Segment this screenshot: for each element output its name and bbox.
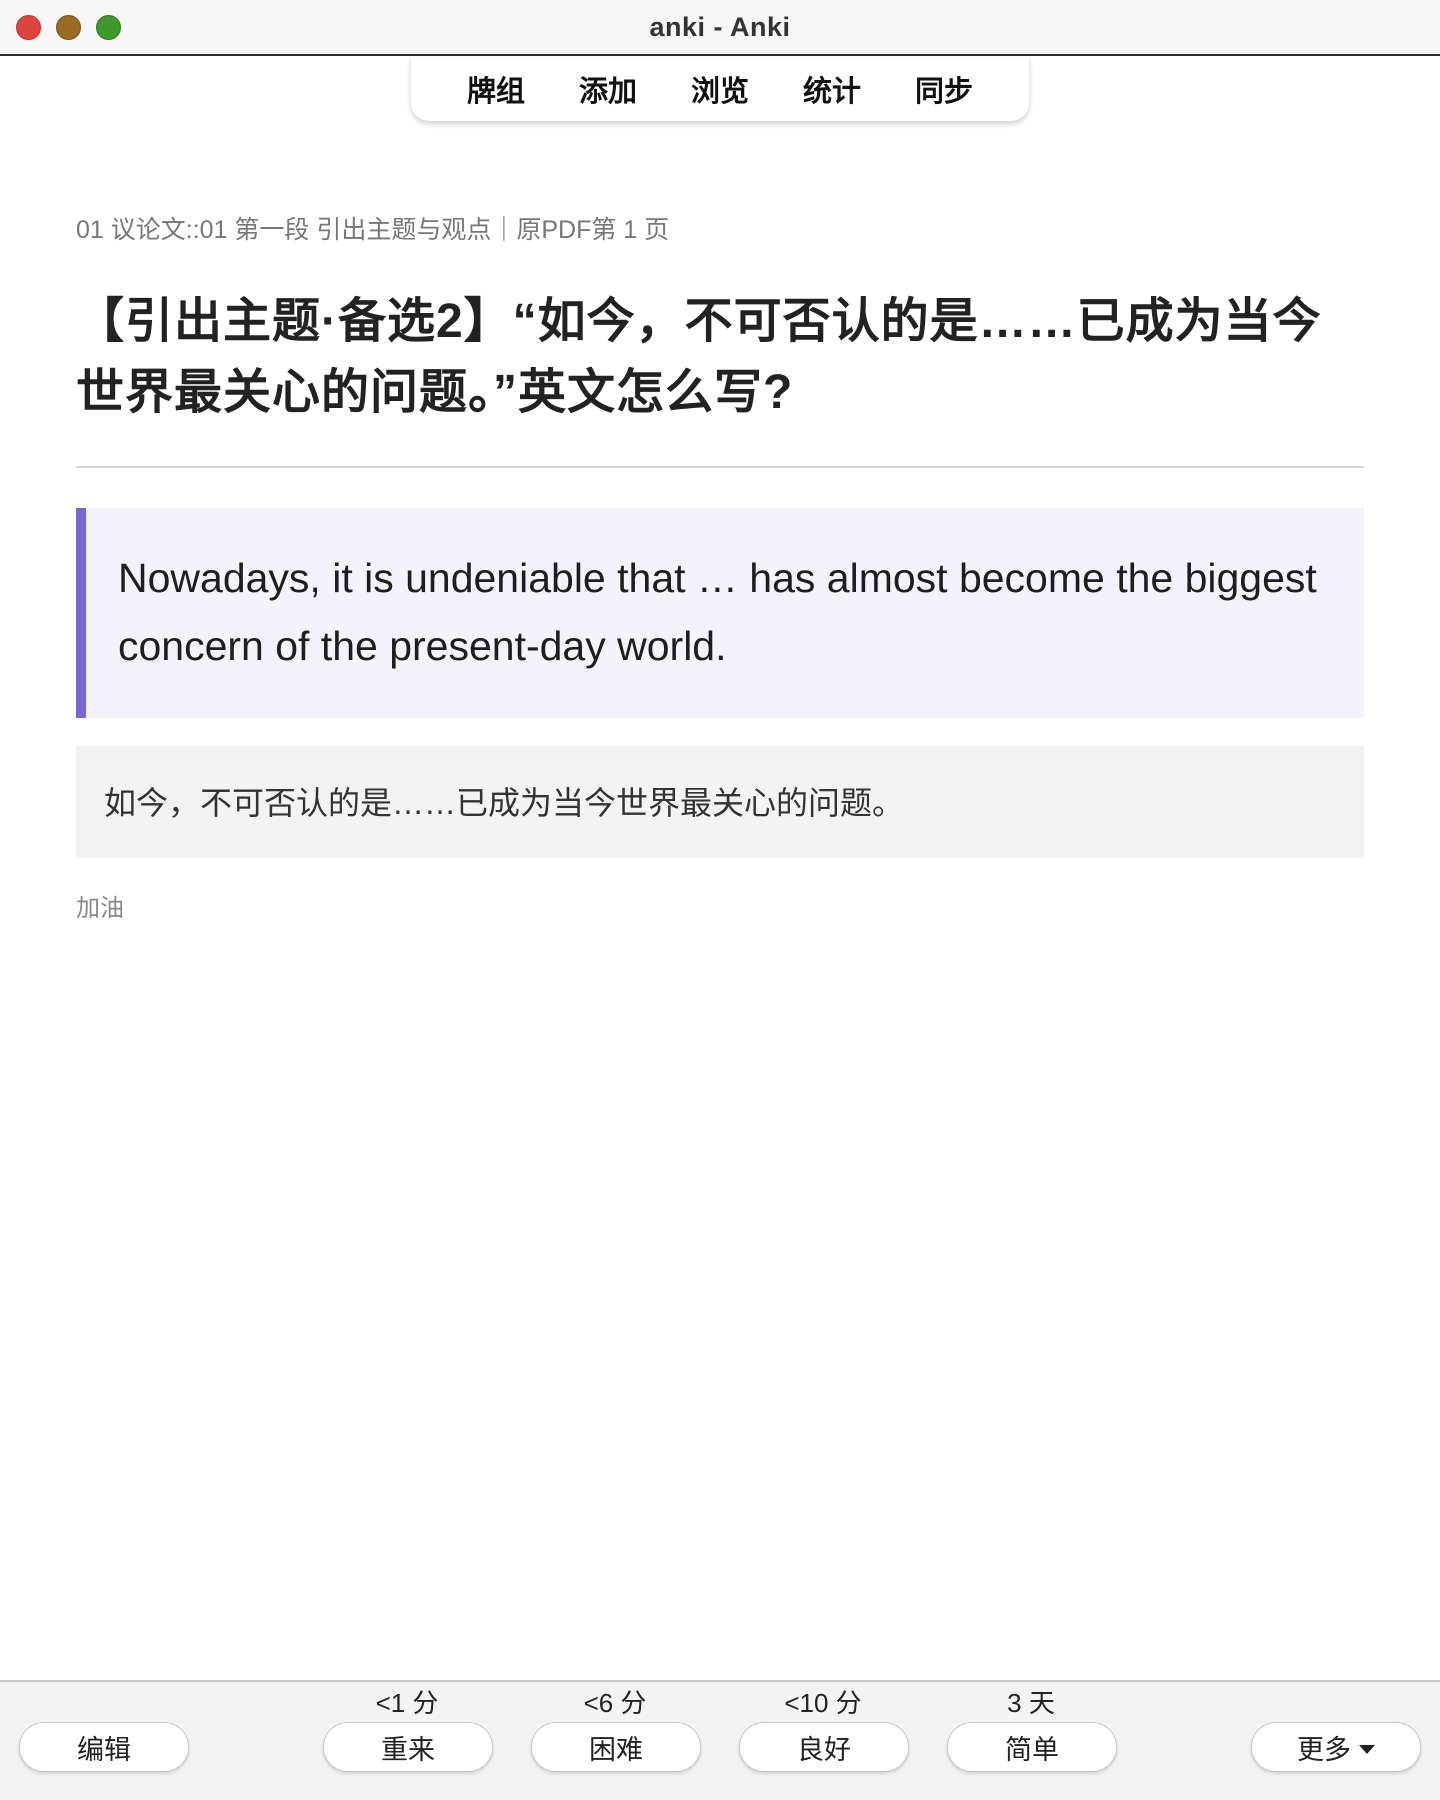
answer-divider (76, 466, 1364, 468)
card-note: 加油 (76, 895, 124, 922)
menu-decks[interactable]: 牌组 (457, 68, 535, 110)
menu-add[interactable]: 添加 (569, 68, 647, 110)
card-question: 【引出主题·备选2】“如今，不可否认的是……已成为当今世界最关心的问题。”英文怎… (76, 295, 1322, 419)
interval-hard: <6 分 (583, 1688, 647, 1718)
menu-browse[interactable]: 浏览 (681, 68, 759, 110)
answer-english: Nowadays, it is undeniable that … has al… (76, 508, 1364, 718)
interval-again: <1 分 (375, 1688, 439, 1718)
good-button[interactable]: 良好 (739, 1722, 909, 1772)
title-bar: anki - Anki (0, 0, 1440, 56)
more-button[interactable]: 更多 (1251, 1722, 1421, 1772)
menu-sync[interactable]: 同步 (905, 68, 983, 110)
interval-good: <10 分 (784, 1688, 862, 1718)
window-title: anki - Anki (649, 12, 791, 42)
again-button-label: 重来 (381, 1734, 435, 1765)
easy-button[interactable]: 简单 (947, 1722, 1117, 1772)
top-menu: 牌组 添加 浏览 统计 同步 (411, 57, 1029, 121)
again-button[interactable]: 重来 (323, 1722, 493, 1772)
deck-path: 01 议论文::01 第一段 引出主题与观点｜原PDF第 1 页 (76, 216, 670, 244)
menu-stats[interactable]: 统计 (793, 68, 871, 110)
hard-button-label: 困难 (589, 1734, 643, 1765)
answer-chinese: 如今，不可否认的是……已成为当今世界最关心的问题。 (76, 746, 1364, 858)
easy-button-label: 简单 (1005, 1734, 1059, 1765)
review-bottom-bar (0, 1680, 1440, 1800)
good-button-label: 良好 (797, 1734, 851, 1765)
more-button-label: 更多 (1297, 1734, 1351, 1765)
card-content: 01 议论文::01 第一段 引出主题与观点｜原PDF第 1 页 【引出主题·备… (76, 200, 1364, 923)
interval-easy: 3 天 (1007, 1688, 1055, 1718)
edit-button[interactable]: 编辑 (19, 1722, 189, 1772)
hard-button[interactable]: 困难 (531, 1722, 701, 1772)
edit-button-label: 编辑 (77, 1734, 131, 1765)
chevron-down-icon (1359, 1744, 1375, 1754)
